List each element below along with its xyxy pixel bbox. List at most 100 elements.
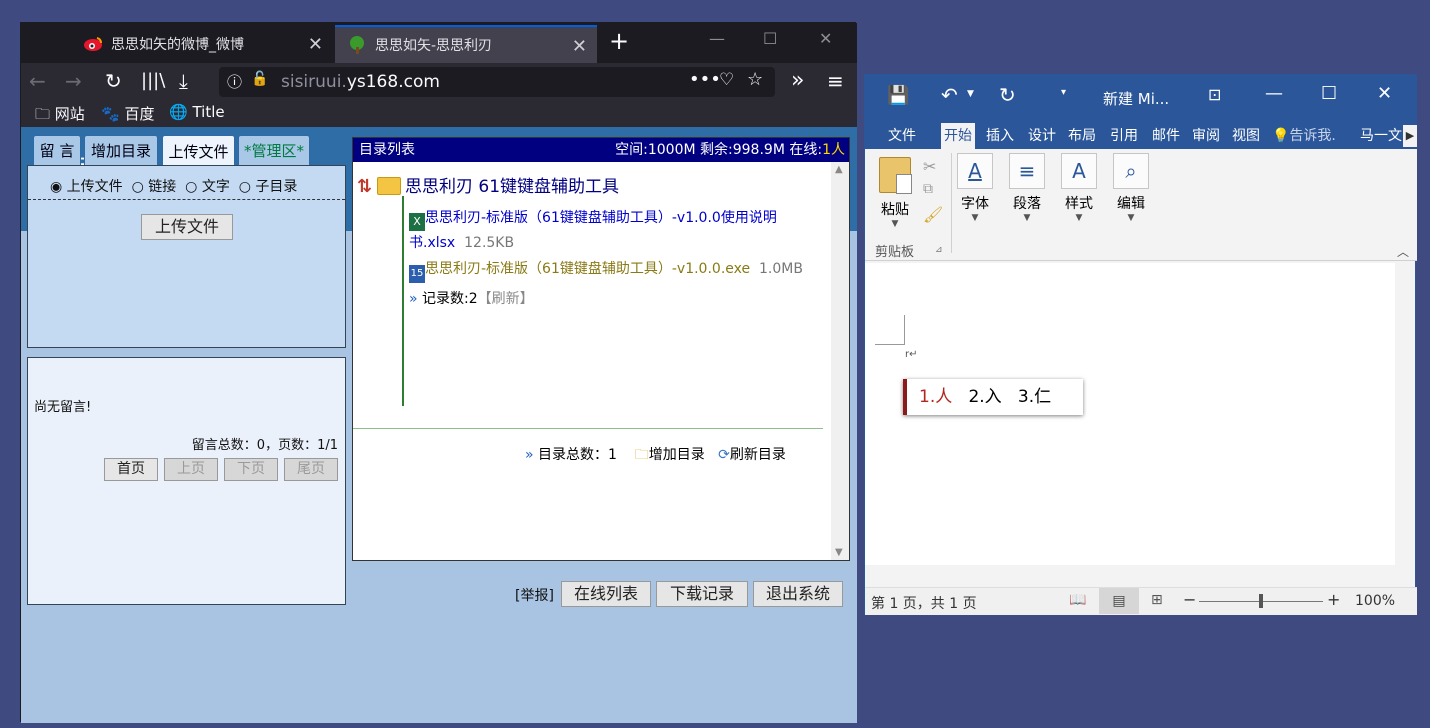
- cut-icon[interactable]: ✂: [923, 157, 936, 176]
- tab-admin[interactable]: *管理区*: [238, 135, 310, 165]
- candidate-3[interactable]: 3.仁: [1018, 387, 1051, 407]
- menu-icon[interactable]: ≡: [827, 69, 844, 93]
- file-row-exe[interactable]: 15 思思利刃-标准版（61键键盘辅助工具）-v1.0.0.exe 1.0MB: [409, 258, 803, 283]
- folder-row[interactable]: ⇅ 思思利刃 61键键盘辅助工具: [357, 172, 619, 197]
- tab-weibo[interactable]: 思思如矢的微博_微博 ✕: [71, 25, 333, 63]
- tab-review[interactable]: 审阅: [1189, 123, 1223, 149]
- radio-text[interactable]: ○ 文字: [185, 179, 230, 195]
- download-icon[interactable]: ⤓: [179, 69, 188, 93]
- tab-messages[interactable]: 留 言: [33, 135, 81, 165]
- scroll-up-icon[interactable]: ▲: [835, 164, 843, 175]
- collapse-ribbon-icon[interactable]: ︿: [1397, 243, 1409, 260]
- prev-page-button[interactable]: 上页: [164, 458, 218, 481]
- reload-icon[interactable]: ↻: [105, 69, 122, 93]
- bookmark-folder[interactable]: 🗀 网站: [35, 103, 85, 129]
- paragraph-group-button[interactable]: ≡ 段落 ▼: [1007, 153, 1047, 223]
- font-group-button[interactable]: A 字体 ▼: [955, 153, 995, 223]
- zoom-level[interactable]: 100%: [1355, 593, 1395, 609]
- report-link[interactable]: [举报]: [515, 585, 554, 605]
- tab-file[interactable]: 文件: [885, 123, 919, 149]
- message-panel: 尚无留言! 留言总数：0，页数：1/1 首页 上页 下页 尾页: [27, 357, 346, 605]
- online-list-button[interactable]: 在线列表: [561, 581, 651, 607]
- tell-me-box[interactable]: 💡告诉我.: [1269, 123, 1339, 149]
- scrollbar[interactable]: ▲ ▼: [831, 162, 849, 560]
- file-name[interactable]: 思思利刃-标准版（61键键盘辅助工具）-v1.0.0.exe: [425, 261, 750, 277]
- file-name[interactable]: 思思利刃-标准版（61键键盘辅助工具）-v1.0.0使用说明: [425, 210, 777, 226]
- tab-mailings[interactable]: 邮件: [1149, 123, 1183, 149]
- radio-link[interactable]: ○ 链接: [132, 179, 177, 195]
- read-mode-icon[interactable]: 📖: [1069, 592, 1086, 608]
- zoom-out-icon[interactable]: −: [1183, 590, 1196, 609]
- zoom-in-icon[interactable]: +: [1327, 590, 1340, 609]
- logout-button[interactable]: 退出系统: [753, 581, 843, 607]
- overflow-icon[interactable]: »: [791, 69, 804, 93]
- folder-name[interactable]: 思思利刃 61键键盘辅助工具: [405, 177, 619, 197]
- new-tab-icon[interactable]: +: [609, 27, 629, 55]
- tab-view[interactable]: 视图: [1229, 123, 1263, 149]
- scroll-down-icon[interactable]: ▼: [835, 547, 843, 558]
- refresh-link[interactable]: 【刷新】: [478, 291, 534, 307]
- close-window-icon[interactable]: ✕: [1377, 83, 1392, 104]
- tab-home[interactable]: 开始: [941, 123, 975, 149]
- sort-arrows-icon[interactable]: ⇅: [357, 176, 372, 197]
- close-window-icon[interactable]: ✕: [819, 29, 832, 48]
- redo-icon[interactable]: ↻: [999, 83, 1016, 107]
- url-text[interactable]: sisiruui.ys168.com: [281, 72, 440, 92]
- maximize-icon[interactable]: ☐: [1321, 83, 1337, 104]
- zoom-slider-thumb[interactable]: [1259, 594, 1263, 608]
- close-tab-icon[interactable]: ✕: [572, 36, 587, 57]
- candidate-1[interactable]: 1.人: [919, 387, 952, 407]
- customize-qat-icon[interactable]: ▾: [1061, 87, 1066, 98]
- tab-add-dir[interactable]: 增加目录: [84, 135, 158, 165]
- first-page-button[interactable]: 首页: [104, 458, 158, 481]
- download-log-button[interactable]: 下载记录: [656, 581, 748, 607]
- bookmark-baidu[interactable]: 🐾 百度: [101, 103, 154, 124]
- upload-file-button[interactable]: 上传文件: [141, 214, 233, 240]
- forward-icon[interactable]: →: [65, 69, 82, 93]
- web-layout-icon[interactable]: ⊞: [1151, 592, 1163, 608]
- candidate-2[interactable]: 2.入: [968, 387, 1001, 407]
- page-count[interactable]: 第 1 页，共 1 页: [871, 593, 977, 613]
- tab-references[interactable]: 引用: [1107, 123, 1141, 149]
- radio-subdir[interactable]: ○ 子目录: [239, 179, 298, 195]
- undo-dropdown-icon[interactable]: ▼: [967, 89, 974, 99]
- minimize-icon[interactable]: —: [709, 29, 725, 48]
- info-icon[interactable]: ⓘ: [227, 71, 242, 92]
- tab-layout[interactable]: 布局: [1065, 123, 1099, 149]
- copy-icon[interactable]: ⧉: [923, 181, 933, 197]
- tab-upload[interactable]: 上传文件: [162, 135, 235, 167]
- save-icon[interactable]: 💾: [887, 85, 909, 106]
- tab-insert[interactable]: 插入: [983, 123, 1017, 149]
- ime-candidate-window[interactable]: 1.人 2.入 3.仁: [903, 379, 1083, 415]
- minimize-icon[interactable]: —: [1265, 83, 1283, 104]
- undo-icon[interactable]: ↶: [941, 83, 958, 107]
- radio-upload[interactable]: ◉ 上传文件: [50, 179, 123, 195]
- scroll-right-icon[interactable]: ▶: [1403, 125, 1417, 147]
- ribbon-display-icon[interactable]: ⊡: [1208, 85, 1221, 104]
- page-actions-icon[interactable]: •••: [689, 69, 721, 90]
- library-icon[interactable]: |||\: [141, 69, 165, 93]
- refresh-directory-link[interactable]: ⟳刷新目录: [718, 447, 786, 463]
- document-page[interactable]: r↵ 1.人 2.入 3.仁: [865, 263, 1395, 565]
- next-page-button[interactable]: 下页: [224, 458, 278, 481]
- print-layout-icon[interactable]: ▤: [1099, 588, 1139, 614]
- user-name[interactable]: 马一文: [1357, 123, 1403, 149]
- close-tab-icon[interactable]: ✕: [308, 34, 323, 55]
- dialog-launcher-icon[interactable]: ⊿: [935, 245, 943, 255]
- styles-group-button[interactable]: A 样式 ▼: [1059, 153, 1099, 223]
- tab-design[interactable]: 设计: [1025, 123, 1059, 149]
- last-page-button[interactable]: 尾页: [284, 458, 338, 481]
- url-bar[interactable]: ⓘ 🔓 sisiruui.ys168.com ••• ♡ ☆: [219, 67, 775, 97]
- tab-active[interactable]: 思思如矢-思思利刃 ✕: [335, 25, 597, 63]
- format-painter-icon[interactable]: 🖌: [923, 205, 943, 224]
- file-row-xlsx[interactable]: X 思思利刃-标准版（61键键盘辅助工具）-v1.0.0使用说明 书.xlsx 1…: [409, 206, 819, 255]
- bookmark-title[interactable]: 🌐 Title: [169, 103, 225, 121]
- paste-button[interactable]: 粘贴 ▼: [877, 157, 913, 229]
- add-directory-link[interactable]: 🗀增加目录: [635, 447, 705, 463]
- bookmark-star-icon[interactable]: ☆: [747, 69, 763, 90]
- file-name-cont[interactable]: 书.xlsx: [409, 235, 455, 251]
- pocket-icon[interactable]: ♡: [719, 70, 734, 90]
- editing-group-button[interactable]: ⌕ 编辑 ▼: [1111, 153, 1151, 223]
- back-icon[interactable]: ←: [29, 69, 46, 93]
- maximize-icon[interactable]: ☐: [763, 29, 777, 48]
